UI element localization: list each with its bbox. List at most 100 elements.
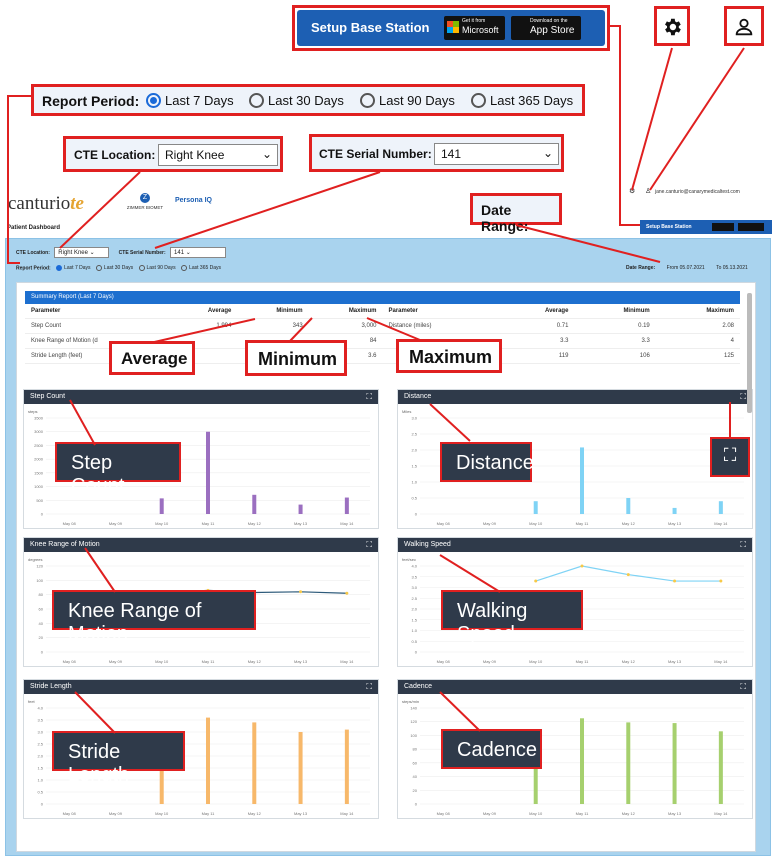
y-tick-label: 40	[413, 774, 418, 779]
zimmer-z-icon: Z	[140, 193, 150, 203]
x-tick-label: May 12	[248, 659, 262, 664]
y-tick-label: 3.5	[411, 574, 417, 579]
period-365[interactable]: Last 365 Days	[181, 265, 221, 271]
x-tick-label: May 09	[109, 521, 123, 526]
expand-icon[interactable]: ⛶	[740, 680, 746, 694]
period-radio-365[interactable]: Last 365 Days	[471, 93, 573, 109]
y-unit-label: Miles	[402, 409, 411, 414]
y-tick-label: 80	[413, 747, 418, 752]
zimmer-logo: Z ZIMMER BIOMET	[126, 193, 164, 210]
x-tick-label: May 11	[202, 521, 216, 526]
report-period-callout: Report Period: Last 7 Days Last 30 Days …	[31, 84, 585, 116]
bar	[298, 504, 303, 514]
cte-location-dropdown[interactable]: Right Knee ⌄	[54, 247, 110, 258]
y-tick-label: 100	[410, 733, 417, 738]
app-store-badge-small[interactable]	[738, 223, 764, 231]
y-tick-label: 3.0	[37, 730, 43, 735]
settings-callout[interactable]	[654, 6, 690, 46]
y-tick-label: 20	[413, 788, 418, 793]
y-tick-label: 0	[415, 802, 418, 807]
store2-small-text: Download on the	[530, 18, 568, 24]
period-90[interactable]: Last 90 Days	[138, 265, 176, 271]
microsoft-logo-icon	[447, 21, 459, 33]
x-tick-label: May 08	[437, 811, 451, 816]
x-tick-label: May 08	[437, 659, 451, 664]
cte-location-callout: CTE Location: Right Knee ⌄	[63, 136, 283, 172]
bar	[159, 498, 164, 514]
period-radio-7[interactable]: Last 7 Days	[146, 93, 234, 109]
cte-serial-dropdown[interactable]: 141 ⌄	[170, 247, 227, 258]
x-tick-label: May 13	[294, 659, 308, 664]
microsoft-store-badge-small[interactable]	[712, 223, 734, 231]
setup-base-station-button[interactable]: Setup Base Station Get it from Microsoft…	[297, 10, 605, 46]
maximum-callout: Maximum	[396, 339, 502, 373]
x-tick-label: May 13	[668, 811, 682, 816]
x-tick-label: May 11	[576, 811, 590, 816]
y-unit-label: steps/min	[402, 699, 419, 704]
app-store-badge[interactable]: Download on the App Store	[511, 16, 581, 40]
y-tick-label: 20	[39, 635, 44, 640]
y-tick-label: 0	[41, 650, 44, 655]
setup-base-station-small-button[interactable]: Setup Base Station	[640, 220, 772, 234]
expand-icon[interactable]: ⛶	[740, 538, 746, 552]
table-row: Step Count 1,994 343 3,000	[25, 318, 383, 334]
date-to[interactable]: 05.13.2021	[723, 265, 748, 271]
expand-label-icon[interactable]: ⛶	[710, 437, 750, 477]
cte-location-select[interactable]: Right Knee ⌄	[158, 144, 278, 166]
x-tick-label: May 14	[714, 811, 728, 816]
bar	[626, 722, 631, 804]
y-tick-label: 1.5	[411, 617, 417, 622]
x-tick-label: May 10	[155, 811, 169, 816]
y-unit-label: degrees	[28, 557, 42, 562]
bar	[718, 731, 723, 804]
x-tick-label: May 14	[714, 659, 728, 664]
bar	[206, 717, 210, 804]
report-period-label: Report Period:	[42, 93, 140, 109]
expand-icon[interactable]: ⛶	[740, 390, 746, 404]
user-callout[interactable]	[724, 6, 764, 46]
cte-serial-select[interactable]: 141 ⌄	[434, 143, 559, 165]
x-tick-label: May 09	[483, 659, 497, 664]
scrollbar[interactable]	[747, 293, 752, 413]
bar	[533, 501, 538, 514]
expand-icon[interactable]: ⛶	[366, 390, 372, 404]
user-icon-small[interactable]: ♙	[645, 187, 651, 195]
distance-label: Distance	[440, 442, 534, 482]
gear-icon	[665, 18, 681, 36]
period-7[interactable]: Last 7 Days	[56, 265, 91, 271]
y-tick-label: 1.0	[411, 628, 417, 633]
x-tick-label: May 13	[294, 811, 308, 816]
x-tick-label: May 14	[340, 659, 354, 664]
x-tick-label: May 11	[576, 521, 590, 526]
bar	[672, 723, 677, 804]
y-tick-label: 0.5	[411, 496, 417, 501]
x-tick-label: May 11	[202, 659, 216, 664]
x-tick-label: May 12	[622, 659, 636, 664]
y-tick-label: 100	[36, 578, 43, 583]
period-30[interactable]: Last 30 Days	[95, 265, 133, 271]
x-tick-label: May 09	[109, 811, 123, 816]
y-tick-label: 3.0	[411, 416, 417, 421]
gear-icon-small[interactable]: ⚙	[629, 187, 635, 195]
x-tick-label: May 08	[63, 521, 77, 526]
patient-dashboard-title: Patient Dashboard	[7, 225, 61, 231]
cte-serial-label: CTE Serial Number:	[319, 147, 432, 161]
period-radio-90[interactable]: Last 90 Days	[360, 93, 455, 109]
y-tick-label: 4.0	[37, 706, 43, 711]
microsoft-store-badge[interactable]: Get it from Microsoft	[444, 16, 505, 40]
x-tick-label: May 09	[109, 659, 123, 664]
y-tick-label: 2.0	[411, 607, 417, 612]
y-tick-label: 2000	[34, 457, 44, 462]
period-radio-30[interactable]: Last 30 Days	[249, 93, 344, 109]
date-from[interactable]: 05.07.2021	[680, 265, 705, 271]
expand-icon[interactable]: ⛶	[366, 538, 372, 552]
average-callout: Average	[109, 341, 195, 375]
cadence-label: Cadence	[441, 729, 542, 769]
x-tick-label: May 12	[248, 811, 262, 816]
y-unit-label: feet	[28, 699, 36, 704]
expand-icon[interactable]: ⛶	[366, 680, 372, 694]
x-tick-label: May 11	[202, 811, 216, 816]
y-tick-label: 3500	[34, 416, 44, 421]
persona-logo: Persona IQ	[175, 197, 212, 204]
y-tick-label: 2.5	[411, 432, 417, 437]
